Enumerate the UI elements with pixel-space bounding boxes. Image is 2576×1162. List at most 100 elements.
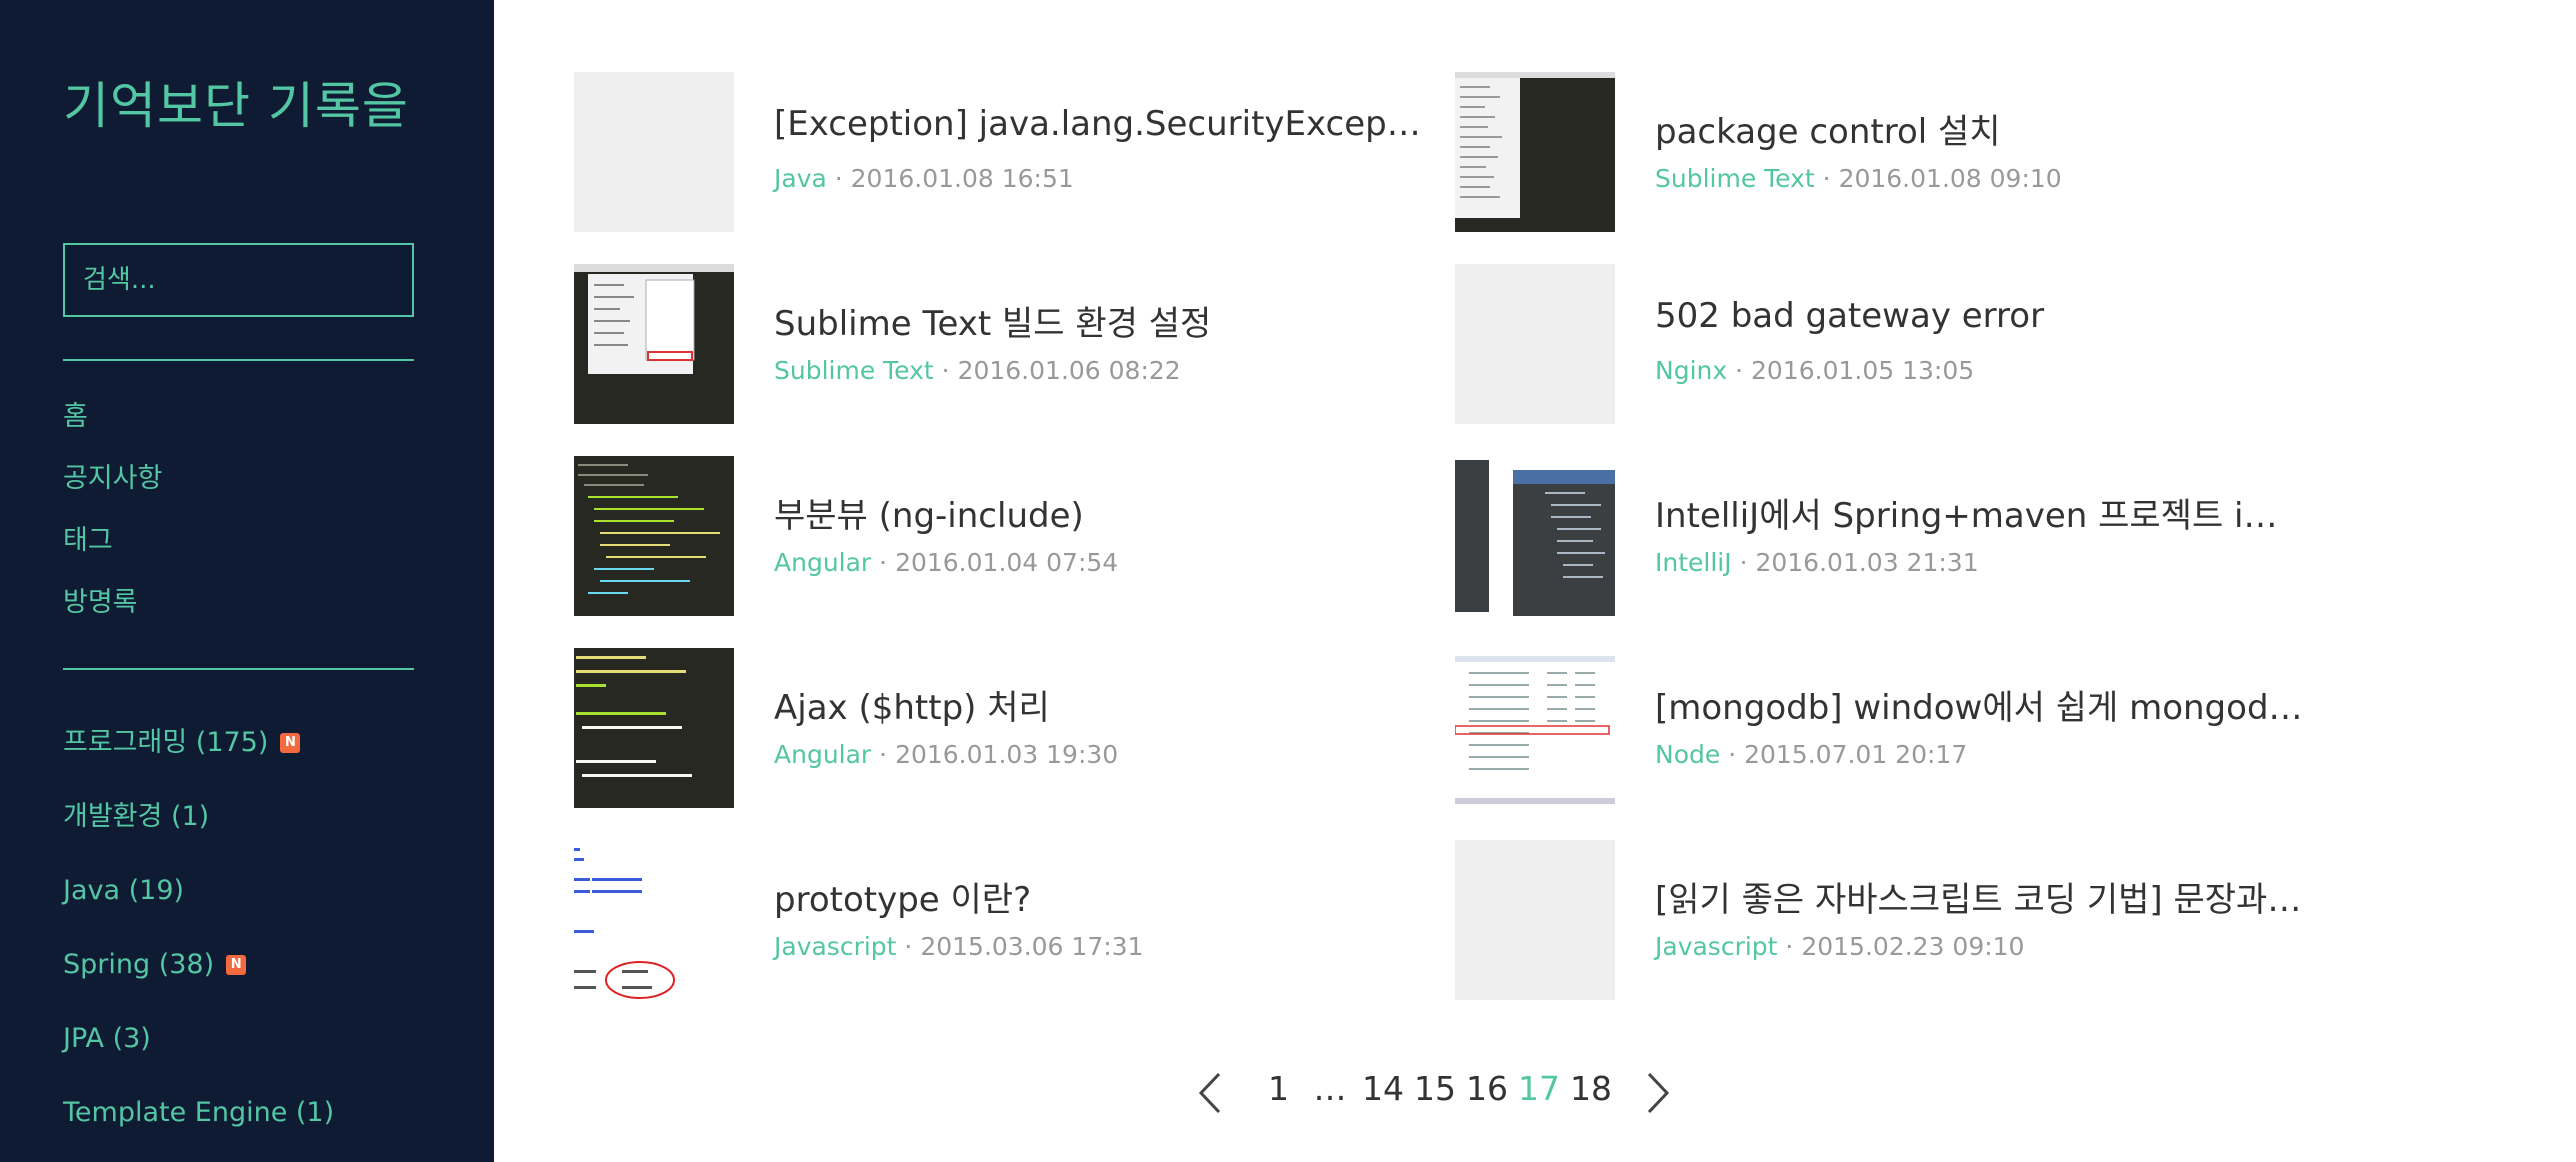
post-item[interactable]: Sublime Text 빌드 환경 설정 Sublime Text · 201… [574, 264, 1434, 424]
post-thumbnail[interactable] [574, 72, 734, 232]
category-label[interactable]: Spring (38) [63, 943, 214, 987]
post-category[interactable]: Javascript [774, 932, 896, 961]
post-title[interactable]: [mongodb] window에서 쉽게 mongodb r… [1655, 680, 2305, 729]
post-meta: Javascript · 2015.03.06 17:31 [774, 932, 1143, 961]
post-category[interactable]: Angular [774, 548, 871, 577]
post-date: 2016.01.04 07:54 [895, 548, 1119, 577]
meta-separator: · [1727, 356, 1751, 385]
post-date: 2015.03.06 17:31 [920, 932, 1144, 961]
post-thumbnail[interactable] [574, 456, 734, 616]
page-1[interactable]: 1 [1268, 1066, 1289, 1112]
post-date: 2016.01.05 13:05 [1751, 356, 1975, 385]
category-label[interactable]: 프로그래밍 (175) [63, 721, 268, 765]
chevron-right-icon[interactable] [1636, 1070, 1676, 1116]
meta-separator: · [1731, 548, 1756, 577]
category-label[interactable]: 개발환경 (1) [63, 795, 209, 839]
post-date: 2016.01.03 19:30 [895, 740, 1119, 769]
post-title[interactable]: IntelliJ에서 Spring+maven 프로젝트 impo… [1655, 488, 2305, 537]
category-item[interactable]: 프로그래밍 (175) N [63, 706, 334, 780]
post-date: 2015.07.01 20:17 [1744, 740, 1968, 769]
sidebar-nav: 홈 공지사항 태그 방명록 [63, 395, 162, 643]
post-date: 2016.01.08 09:10 [1838, 164, 2062, 193]
post-thumbnail[interactable] [574, 264, 734, 424]
page-14[interactable]: 14 [1362, 1066, 1404, 1112]
page-17-current[interactable]: 17 [1518, 1066, 1560, 1112]
post-meta: Javascript · 2015.02.23 09:10 [1655, 932, 2024, 961]
category-item[interactable]: JPA (3) [63, 1002, 334, 1076]
nav-notice[interactable]: 공지사항 [63, 457, 162, 519]
post-item[interactable]: IntelliJ에서 Spring+maven 프로젝트 impo… Intel… [1455, 456, 2315, 616]
post-title[interactable]: Ajax ($http) 처리 [774, 680, 1424, 729]
post-thumbnail[interactable] [574, 840, 734, 1000]
category-label[interactable]: JPA (3) [63, 1017, 151, 1061]
post-title[interactable]: package control 설치 [1655, 104, 2305, 153]
post-item[interactable]: [mongodb] window에서 쉽게 mongodb r… Node · … [1455, 648, 2315, 808]
post-thumbnail[interactable] [1455, 456, 1615, 616]
sidebar-divider [63, 359, 414, 361]
post-category[interactable]: Sublime Text [1655, 164, 1815, 193]
post-category[interactable]: Node [1655, 740, 1720, 769]
post-meta: Sublime Text · 2016.01.06 08:22 [774, 356, 1181, 385]
meta-separator: · [896, 932, 921, 961]
post-item[interactable]: [Exception] java.lang.SecurityException:… [574, 72, 1434, 232]
post-category[interactable]: Java [774, 164, 827, 193]
meta-separator: · [871, 548, 896, 577]
search-box[interactable] [63, 243, 414, 317]
post-meta: Angular · 2016.01.03 19:30 [774, 740, 1118, 769]
meta-separator: · [933, 356, 958, 385]
post-meta: Angular · 2016.01.04 07:54 [774, 548, 1118, 577]
new-badge: N [226, 955, 247, 975]
meta-separator: · [826, 164, 851, 193]
sidebar-divider [63, 668, 414, 670]
post-category[interactable]: Nginx [1655, 356, 1727, 385]
post-meta: Nginx · 2016.01.05 13:05 [1655, 356, 1974, 385]
post-item[interactable]: [읽기 좋은 자바스크립트 코딩 기법] 문장과… Javascript · 2… [1455, 840, 2315, 1000]
post-title[interactable]: 부분뷰 (ng-include) [774, 488, 1424, 537]
category-item[interactable]: 개발환경 (1) [63, 780, 334, 854]
post-category[interactable]: IntelliJ [1655, 548, 1732, 577]
meta-separator: · [1720, 740, 1745, 769]
post-meta: Node · 2015.07.01 20:17 [1655, 740, 1967, 769]
post-date: 2016.01.03 21:31 [1755, 548, 1979, 577]
post-meta: Sublime Text · 2016.01.08 09:10 [1655, 164, 2062, 193]
post-item[interactable]: package control 설치 Sublime Text · 2016.0… [1455, 72, 2315, 232]
page-15[interactable]: 15 [1414, 1066, 1456, 1112]
nav-home[interactable]: 홈 [63, 395, 162, 457]
sidebar: 기억보단 기록을 홈 공지사항 태그 방명록 프로그래밍 (175) N 개발환… [0, 0, 494, 1162]
page-ellipsis: … [1313, 1069, 1347, 1108]
post-thumbnail[interactable] [1455, 264, 1615, 424]
post-item[interactable]: prototype 이란? Javascript · 2015.03.06 17… [574, 840, 1434, 1000]
search-input[interactable] [65, 245, 412, 315]
nav-tags[interactable]: 태그 [63, 519, 162, 581]
post-thumbnail[interactable] [1455, 648, 1615, 808]
post-title[interactable]: 502 bad gateway error [1655, 296, 2305, 336]
post-thumbnail[interactable] [1455, 840, 1615, 1000]
post-category[interactable]: Sublime Text [774, 356, 934, 385]
post-category[interactable]: Angular [774, 740, 871, 769]
post-thumbnail[interactable] [1455, 72, 1615, 232]
chevron-left-icon[interactable] [1192, 1070, 1232, 1116]
post-item[interactable]: 502 bad gateway error Nginx · 2016.01.05… [1455, 264, 2315, 424]
nav-guestbook[interactable]: 방명록 [63, 581, 162, 643]
post-item[interactable]: Ajax ($http) 처리 Angular · 2016.01.03 19:… [574, 648, 1434, 808]
category-label[interactable]: Java (19) [63, 869, 184, 913]
new-badge: N [280, 733, 301, 753]
post-date: 2016.01.06 08:22 [957, 356, 1181, 385]
page-18[interactable]: 18 [1570, 1066, 1612, 1112]
category-item[interactable]: Java (19) [63, 854, 334, 928]
post-title[interactable]: [읽기 좋은 자바스크립트 코딩 기법] 문장과… [1655, 872, 2305, 921]
post-title[interactable]: [Exception] java.lang.SecurityException:… [774, 104, 1424, 144]
post-item[interactable]: 부분뷰 (ng-include) Angular · 2016.01.04 07… [574, 456, 1434, 616]
post-category[interactable]: Javascript [1655, 932, 1777, 961]
meta-separator: · [1814, 164, 1839, 193]
page-16[interactable]: 16 [1466, 1066, 1508, 1112]
post-title[interactable]: prototype 이란? [774, 872, 1424, 921]
post-thumbnail[interactable] [574, 648, 734, 808]
post-title[interactable]: Sublime Text 빌드 환경 설정 [774, 296, 1424, 345]
category-item[interactable]: Spring (38) N [63, 928, 334, 1002]
post-date: 2015.02.23 09:10 [1801, 932, 2025, 961]
meta-separator: · [871, 740, 896, 769]
post-meta: Java · 2016.01.08 16:51 [774, 164, 1074, 193]
blog-title[interactable]: 기억보단 기록을 [63, 66, 409, 138]
post-meta: IntelliJ · 2016.01.03 21:31 [1655, 548, 1979, 577]
